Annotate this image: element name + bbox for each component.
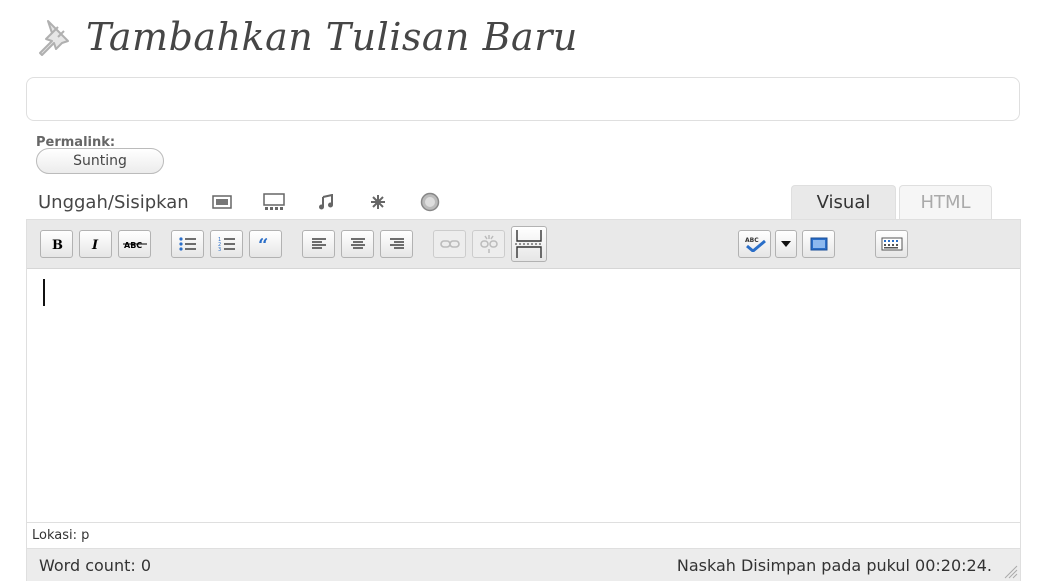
autosave-status: Naskah Disimpan pada pukul 00:20:24. [676, 556, 992, 575]
upload-insert-label: Unggah/Sisipkan [38, 191, 189, 213]
more-tag-icon [515, 230, 543, 258]
media-icon[interactable] [367, 192, 389, 212]
insert-link-button[interactable] [433, 230, 466, 258]
pushpin-icon [39, 20, 69, 56]
editor-status-bar: Word count: 0 Naskah Disimpan pada pukul… [26, 549, 1021, 581]
edit-permalink-button[interactable]: Sunting [36, 148, 164, 174]
svg-text:“: “ [258, 238, 268, 250]
align-center-icon [350, 238, 365, 249]
numbered-list-button[interactable]: 123 [210, 230, 243, 258]
fullscreen-icon [810, 237, 827, 251]
strikethrough-icon: ABC [122, 241, 147, 250]
svg-text:I: I [91, 238, 99, 251]
link-icon [439, 240, 460, 248]
bulleted-list-button[interactable] [171, 230, 204, 258]
tab-visual[interactable]: Visual [791, 185, 896, 219]
strikethrough-button[interactable]: ABC [118, 230, 151, 258]
text-cursor [43, 279, 45, 306]
spellcheck-icon: ABC [745, 237, 766, 252]
kitchen-sink-icon [881, 237, 902, 251]
audio-icon[interactable] [315, 192, 337, 212]
blockquote-icon: “ [258, 238, 268, 250]
align-left-icon [311, 238, 326, 249]
italic-button[interactable]: I [79, 230, 112, 258]
spellcheck-button[interactable]: ABC [738, 230, 771, 258]
bulleted-list-icon [178, 237, 196, 251]
bold-button[interactable]: B [40, 230, 73, 258]
video-icon[interactable] [419, 192, 441, 212]
align-left-button[interactable] [302, 230, 335, 258]
align-center-button[interactable] [341, 230, 374, 258]
post-title-input[interactable] [26, 77, 1020, 121]
svg-text:3: 3 [218, 247, 221, 252]
unlink-button[interactable] [472, 230, 505, 258]
spellcheck-dropdown-button[interactable] [775, 230, 797, 258]
editor-toolbar: B I ABC 123 “ ABC [27, 220, 1020, 269]
tab-html[interactable]: HTML [899, 185, 992, 219]
media-buttons: Unggah/Sisipkan [38, 189, 471, 215]
kitchen-sink-button[interactable] [875, 230, 908, 258]
italic-icon: I [91, 238, 99, 251]
page-header: Tambahkan Tulisan Baru [28, 12, 578, 62]
image-icon[interactable] [211, 192, 233, 212]
align-right-icon [389, 238, 404, 249]
svg-text:ABC: ABC [745, 237, 759, 244]
blockquote-button[interactable]: “ [249, 230, 282, 258]
svg-text:B: B [52, 238, 63, 251]
fullscreen-button[interactable] [802, 230, 835, 258]
numbered-list-icon: 123 [218, 237, 235, 252]
page-title: Tambahkan Tulisan Baru [86, 15, 578, 59]
word-count: Word count: 0 [39, 556, 152, 575]
unlink-icon [479, 235, 498, 253]
bold-icon: B [52, 238, 63, 251]
chevron-down-icon [781, 241, 791, 247]
post-editor: B I ABC 123 “ ABC Lokasi: p [26, 219, 1021, 549]
svg-text:ABC: ABC [124, 241, 142, 250]
editor-path-bar: Lokasi: p [27, 522, 1020, 548]
align-right-button[interactable] [380, 230, 413, 258]
editor-content-area[interactable] [27, 269, 1020, 522]
insert-more-button[interactable] [511, 226, 547, 262]
resize-handle-icon[interactable] [1002, 563, 1018, 579]
gallery-icon[interactable] [262, 192, 285, 212]
